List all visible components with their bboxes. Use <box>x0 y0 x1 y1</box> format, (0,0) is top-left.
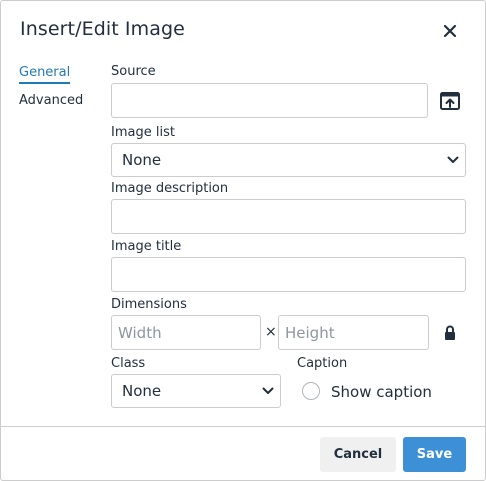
save-button[interactable]: Save <box>403 437 466 472</box>
constrain-proportions-button[interactable] <box>435 317 465 349</box>
tab-advanced-label: Advanced <box>19 93 84 108</box>
width-input[interactable] <box>111 315 261 350</box>
image-title-input[interactable] <box>111 257 466 292</box>
height-input[interactable] <box>278 315 429 350</box>
image-title-label: Image title <box>111 239 182 254</box>
tab-advanced[interactable]: Advanced <box>19 93 83 108</box>
cancel-button[interactable]: Cancel <box>320 437 396 472</box>
source-label: Source <box>111 64 156 79</box>
insert-edit-image-dialog: Insert/Edit Image General Advanced Sourc… <box>0 0 486 481</box>
show-caption-checkbox[interactable] <box>302 382 320 400</box>
browse-upload-icon <box>440 92 460 110</box>
class-selected-value: None <box>122 382 162 400</box>
close-button[interactable] <box>434 15 466 47</box>
image-list-label: Image list <box>111 125 175 140</box>
class-label: Class <box>111 356 146 371</box>
lock-icon <box>445 325 455 340</box>
dialog-title: Insert/Edit Image <box>20 18 185 40</box>
close-icon <box>443 24 457 38</box>
tab-general-label: General <box>19 65 71 80</box>
browse-button[interactable] <box>434 85 466 117</box>
image-list-selected-value: None <box>122 151 162 169</box>
chevron-down-icon <box>447 156 459 163</box>
dimensions-label: Dimensions <box>111 297 187 312</box>
chevron-down-icon <box>262 387 274 394</box>
tab-general[interactable]: General <box>19 65 71 84</box>
image-description-input[interactable] <box>111 199 466 234</box>
image-description-label: Image description <box>111 181 229 196</box>
active-tab-indicator <box>19 82 71 84</box>
class-select[interactable]: None <box>111 374 281 408</box>
dialog-header: Insert/Edit Image <box>1 1 485 61</box>
show-caption-label[interactable]: Show caption <box>331 383 432 401</box>
dimension-separator: × <box>265 324 277 340</box>
dialog-footer: Cancel Save <box>1 426 485 481</box>
source-input[interactable] <box>111 83 428 118</box>
caption-label: Caption <box>297 356 348 371</box>
image-list-select[interactable]: None <box>111 143 466 177</box>
